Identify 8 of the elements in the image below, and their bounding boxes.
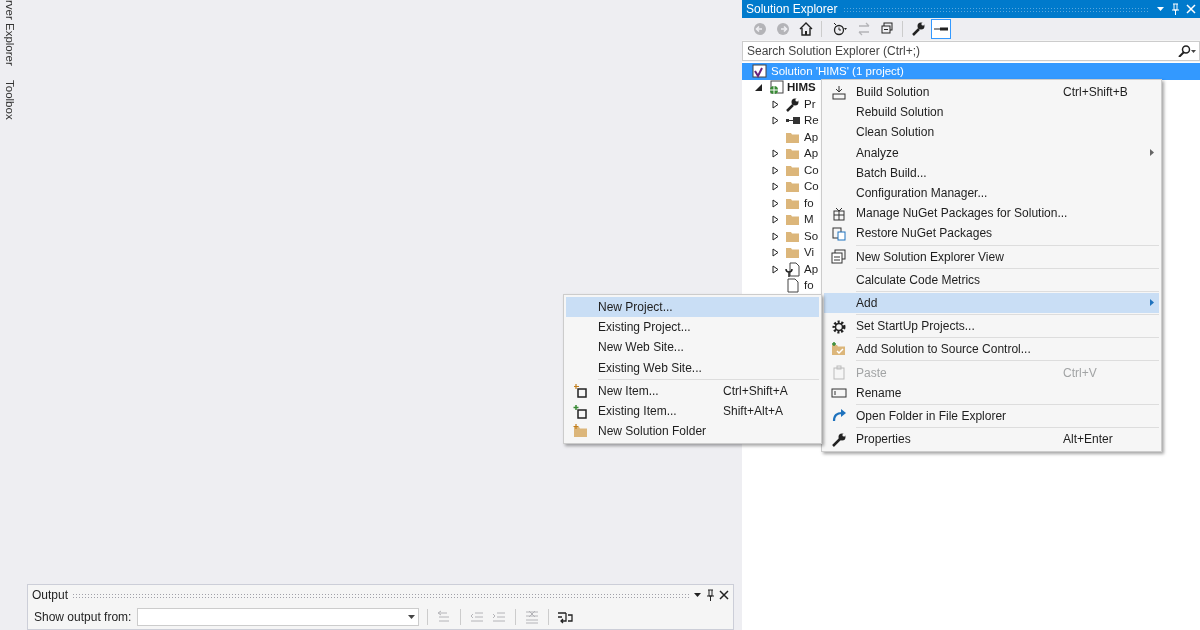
panel-title: Solution Explorer: [746, 1, 838, 18]
field-label: Show output from:: [34, 609, 132, 626]
panel-title: Output: [32, 587, 69, 604]
shortcut-text: Alt+Enter: [1063, 431, 1114, 449]
shortcut-text: Ctrl+Shift+A: [723, 382, 789, 400]
shortcut-text: Ctrl+Shift+B: [1063, 84, 1129, 102]
shortcut-text: Ctrl+V: [1063, 364, 1098, 382]
shortcut-text: Shift+Alt+A: [723, 403, 785, 421]
